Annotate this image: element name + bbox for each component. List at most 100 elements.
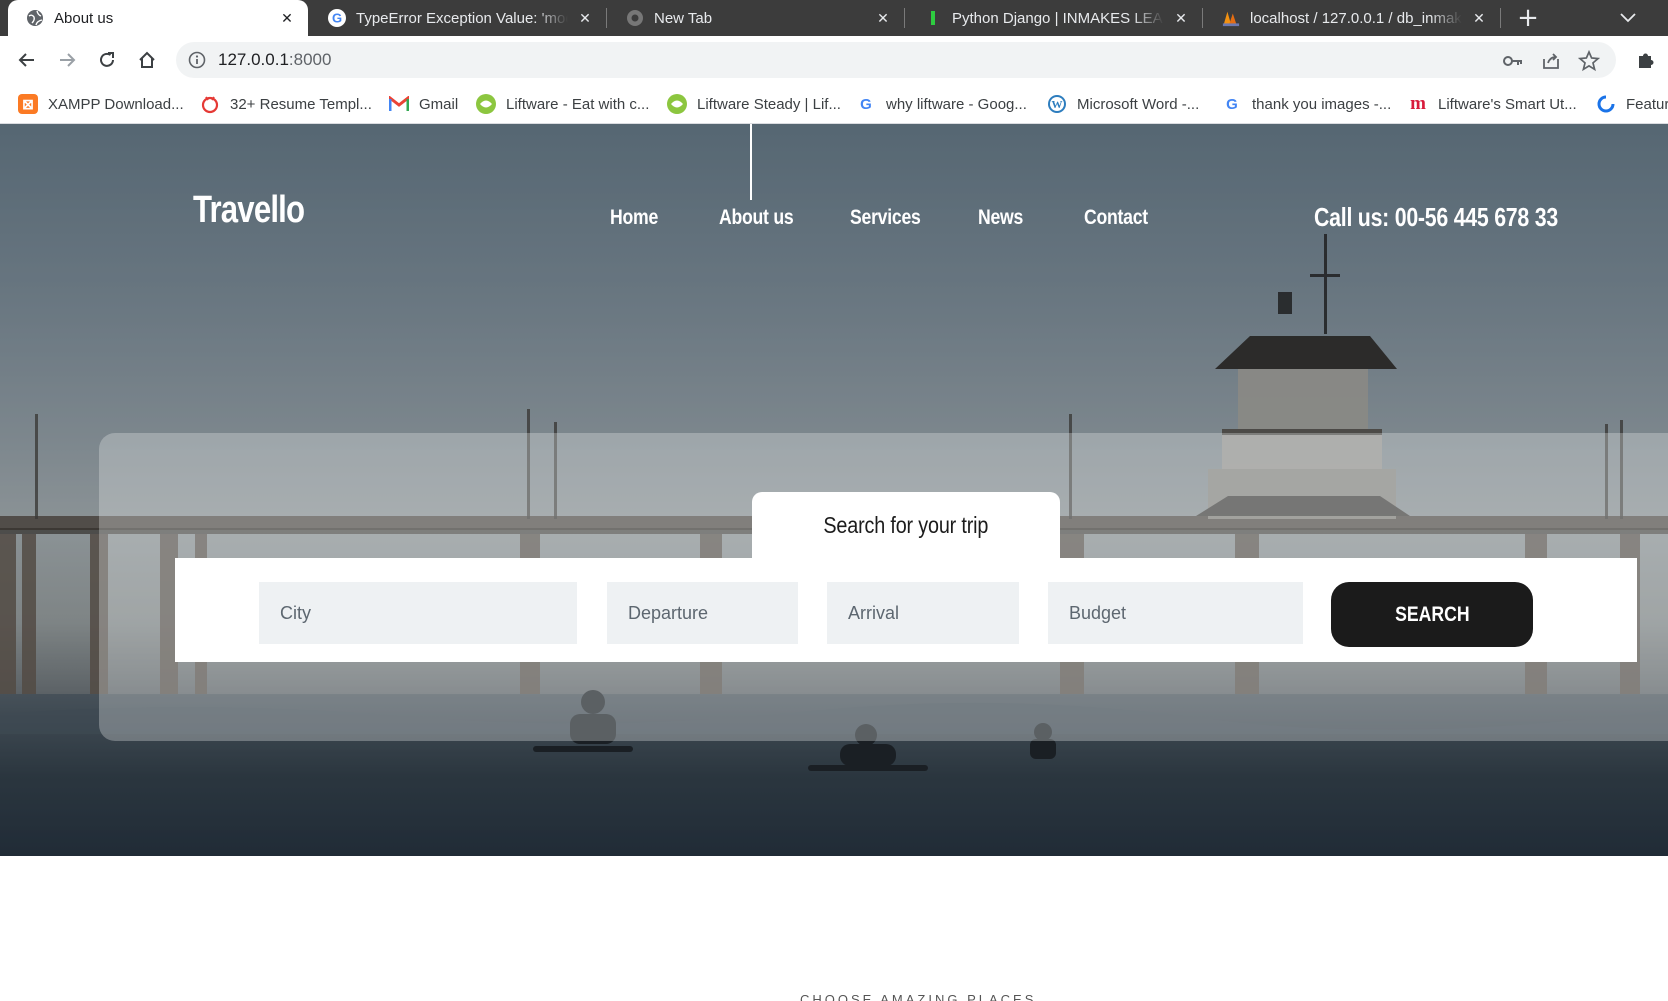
- tab-search-button[interactable]: [1614, 4, 1642, 32]
- xampp-icon: ⊠: [18, 94, 38, 114]
- tab-typeerror[interactable]: G TypeError Exception Value: 'module ✕: [310, 0, 606, 36]
- tab-title: About us: [54, 9, 114, 27]
- city-input[interactable]: [259, 582, 577, 644]
- bookmark-gmail[interactable]: Gmail: [389, 84, 459, 123]
- bookmark-feature[interactable]: Featur: [1596, 84, 1668, 123]
- home-icon: [139, 51, 155, 68]
- tab-phpmyadmin[interactable]: localhost / 127.0.0.1 / db_inmakes ✕: [1204, 0, 1500, 36]
- share-icon[interactable]: [1540, 50, 1562, 72]
- bookmark-xampp[interactable]: ⊠ XAMPP Download...: [18, 84, 184, 123]
- tab-separator: [1202, 8, 1203, 28]
- phpmyadmin-icon: [1222, 9, 1240, 27]
- gmail-icon: [389, 94, 409, 114]
- url-host: 127.0.0.1: [218, 50, 289, 69]
- close-icon[interactable]: ✕: [576, 9, 594, 27]
- search-button-label: SEARCH: [1394, 602, 1470, 626]
- reload-button[interactable]: [92, 45, 122, 75]
- reload-icon: [100, 52, 114, 67]
- home-button[interactable]: [132, 45, 162, 75]
- arrival-input[interactable]: [827, 582, 1019, 644]
- close-icon[interactable]: ✕: [1470, 9, 1488, 27]
- bookmark-liftware-steady[interactable]: Liftware Steady | Lif...: [667, 84, 841, 123]
- bookmark-why-liftware[interactable]: G why liftware - Goog...: [856, 84, 1027, 123]
- liftware-icon: [476, 94, 496, 114]
- nav-news[interactable]: News: [978, 206, 1023, 230]
- nav-services[interactable]: Services: [850, 206, 921, 230]
- google-icon: G: [856, 94, 876, 114]
- svg-text:W: W: [1052, 99, 1063, 111]
- bookmarks-bar: ⊠ XAMPP Download... 32+ Resume Templ... …: [0, 84, 1668, 124]
- nav-about-us[interactable]: About us: [719, 206, 794, 230]
- tab-strip: About us ✕ G TypeError Exception Value: …: [0, 0, 1668, 36]
- hero-section: Travello Home About us Services News Con…: [0, 124, 1668, 856]
- tab-python-django[interactable]: Python Django | INMAKES LEARNING ✕: [906, 0, 1202, 36]
- bookmark-label: why liftware - Goog...: [886, 95, 1027, 113]
- bookmark-liftware-eat[interactable]: Liftware - Eat with c...: [476, 84, 650, 123]
- site-logo[interactable]: Travello: [193, 189, 305, 232]
- bookmark-label: thank you images -...: [1252, 95, 1392, 113]
- chrome-icon: [626, 9, 644, 27]
- bookmark-microsoft-word[interactable]: W Microsoft Word -...: [1047, 84, 1200, 123]
- nav-contact[interactable]: Contact: [1084, 206, 1148, 230]
- bookmark-label: Liftware's Smart Ut...: [1438, 95, 1577, 113]
- search-tab[interactable]: Search for your trip: [752, 492, 1060, 558]
- svg-text:G: G: [860, 96, 872, 113]
- bookmark-label: Gmail: [419, 95, 459, 113]
- liftware-icon: [667, 94, 687, 114]
- arrow-left-icon: [18, 53, 34, 67]
- m-icon: m: [1410, 93, 1426, 114]
- wordpress-icon: W: [1047, 94, 1067, 114]
- tab-separator: [606, 8, 607, 28]
- search-button[interactable]: SEARCH: [1331, 582, 1533, 647]
- bookmark-label: XAMPP Download...: [48, 95, 184, 113]
- section-title: CHOOSE AMAZING PLACES: [800, 992, 1037, 1001]
- url-port: :8000: [288, 50, 332, 69]
- call-us-text: Call us: 00-56 445 678 33: [1314, 202, 1558, 232]
- search-tab-label: Search for your trip: [823, 511, 989, 538]
- inmakes-icon: [924, 9, 942, 27]
- search-form: SEARCH: [175, 558, 1637, 662]
- tab-title: localhost / 127.0.0.1 / db_inmakes: [1250, 9, 1462, 27]
- resume-icon: [200, 94, 220, 114]
- bookmark-label: 32+ Resume Templ...: [230, 95, 372, 113]
- tab-separator: [1500, 8, 1501, 28]
- star-icon[interactable]: [1578, 50, 1600, 72]
- key-icon[interactable]: [1502, 50, 1524, 72]
- bookmark-label: Liftware - Eat with c...: [506, 95, 650, 113]
- bookmark-label: Microsoft Word -...: [1077, 95, 1200, 113]
- address-bar[interactable]: 127.0.0.1:8000: [176, 42, 1616, 78]
- google-icon: G: [328, 9, 346, 27]
- svg-text:G: G: [1226, 96, 1238, 113]
- url-text: 127.0.0.1:8000: [218, 42, 331, 78]
- bookmark-resume[interactable]: 32+ Resume Templ...: [200, 84, 372, 123]
- browser-toolbar: 127.0.0.1:8000: [0, 36, 1668, 84]
- tab-title: TypeError Exception Value: 'module: [356, 9, 568, 27]
- departure-input[interactable]: [607, 582, 798, 644]
- nav-active-indicator: [750, 124, 752, 200]
- forward-button[interactable]: [52, 45, 82, 75]
- tab-title: New Tab: [654, 9, 713, 27]
- chevron-down-icon: [1620, 13, 1636, 23]
- tab-separator: [904, 8, 905, 28]
- nav-home[interactable]: Home: [610, 206, 658, 230]
- info-icon[interactable]: [188, 51, 206, 69]
- back-button[interactable]: [12, 45, 42, 75]
- tab-about-us[interactable]: About us ✕: [8, 0, 308, 36]
- bookmark-label: Liftware Steady | Lif...: [697, 95, 841, 113]
- tab-title: Python Django | INMAKES LEARNING: [952, 9, 1164, 27]
- page-viewport: Travello Home About us Services News Con…: [0, 124, 1668, 1001]
- bookmark-label: Featur: [1626, 95, 1668, 113]
- close-icon[interactable]: ✕: [278, 9, 296, 27]
- new-tab-button[interactable]: +: [1514, 3, 1542, 33]
- svg-text:G: G: [332, 11, 342, 26]
- bookmark-liftware-smart[interactable]: m Liftware's Smart Ut...: [1408, 84, 1577, 123]
- tab-new-tab[interactable]: New Tab ✕: [608, 0, 904, 36]
- close-icon[interactable]: ✕: [874, 9, 892, 27]
- extensions-icon[interactable]: [1634, 48, 1658, 72]
- bookmark-thank-you[interactable]: G thank you images -...: [1222, 84, 1392, 123]
- feature-icon: [1596, 94, 1616, 114]
- globe-icon: [26, 9, 44, 27]
- close-icon[interactable]: ✕: [1172, 9, 1190, 27]
- budget-input[interactable]: [1048, 582, 1303, 644]
- google-icon: G: [1222, 94, 1242, 114]
